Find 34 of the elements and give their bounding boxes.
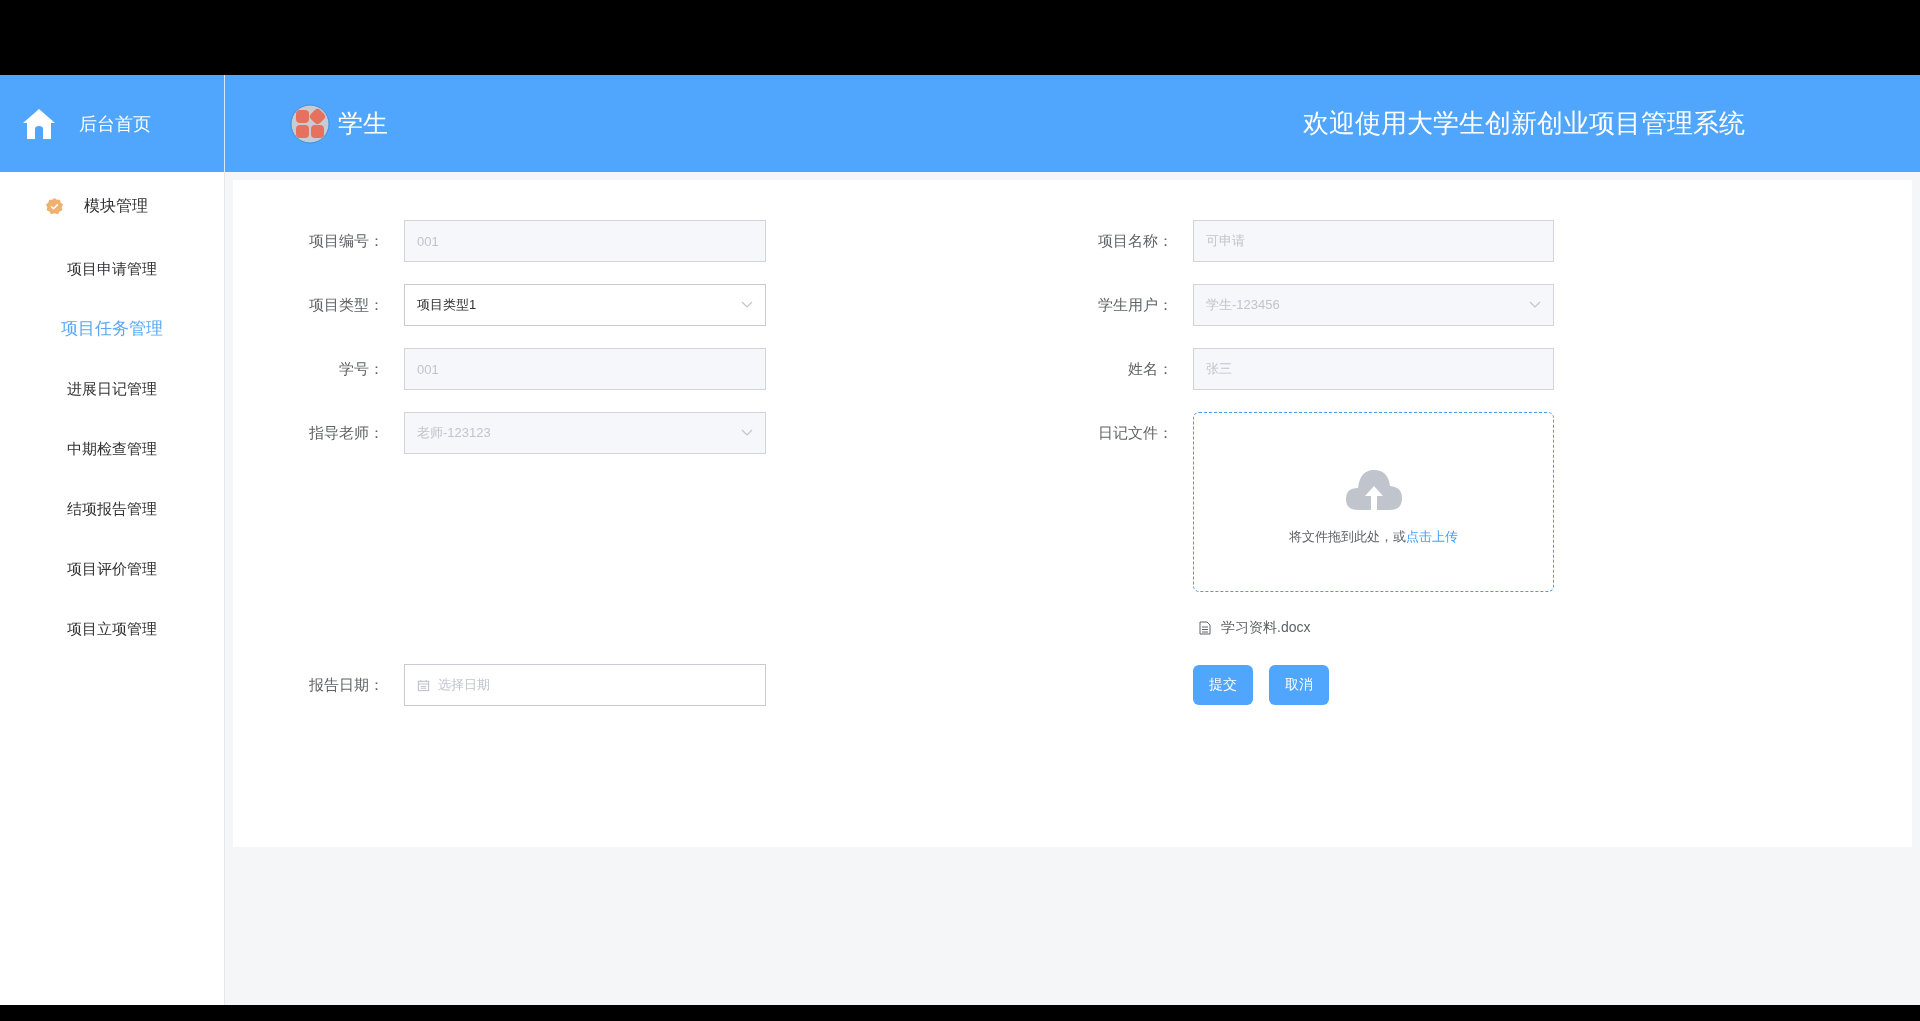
field-label: 学号： (339, 359, 385, 379)
calendar-icon (417, 678, 430, 692)
date-field[interactable]: 选择日期 (404, 664, 766, 706)
avatar-icon (290, 103, 330, 144)
upload-link[interactable]: 点击上传 (1406, 529, 1458, 544)
field-label: 姓名： (1128, 359, 1174, 379)
sidebar-item[interactable]: 结项报告管理 (0, 479, 224, 539)
field-label: 项目名称： (1098, 231, 1174, 251)
badge-check-icon (45, 196, 64, 216)
sidebar-heading: 模块管理 (84, 195, 148, 216)
upload-dropzone[interactable]: 将文件拖到此处，或点击上传 (1193, 412, 1554, 592)
user-role: 学生 (338, 108, 388, 139)
sidebar-item[interactable]: 项目申请管理 (0, 239, 224, 299)
sidebar-item[interactable]: 项目评价管理 (0, 539, 224, 599)
file-item[interactable]: 学习资料.docx (1193, 619, 1554, 637)
sidebar-item[interactable]: 中期检查管理 (0, 419, 224, 479)
sidebar-item[interactable]: 进展日记管理 (0, 359, 224, 419)
field-label: 日记文件： (1098, 423, 1174, 443)
submit-button[interactable]: 提交 (1193, 665, 1253, 705)
chevron-down-icon (1529, 301, 1541, 309)
document-icon (1199, 621, 1211, 635)
upload-hint: 将文件拖到此处，或点击上传 (1289, 528, 1458, 546)
field-label: 学生用户： (1098, 295, 1174, 315)
sidebar-item[interactable]: 项目立项管理 (0, 599, 224, 659)
field-label: 报告日期： (309, 675, 385, 695)
sidebar-item[interactable]: 项目任务管理 (0, 299, 224, 359)
chevron-down-icon (741, 301, 753, 309)
select-field[interactable]: 项目类型1 (404, 284, 766, 326)
chevron-down-icon (741, 429, 753, 437)
field-label: 指导老师： (309, 423, 385, 443)
field-label: 项目编号： (309, 231, 385, 251)
system-title: 欢迎使用大学生创新创业项目管理系统 (1303, 107, 1745, 140)
field-label: 项目类型： (309, 295, 385, 315)
cancel-button[interactable]: 取消 (1269, 665, 1329, 705)
